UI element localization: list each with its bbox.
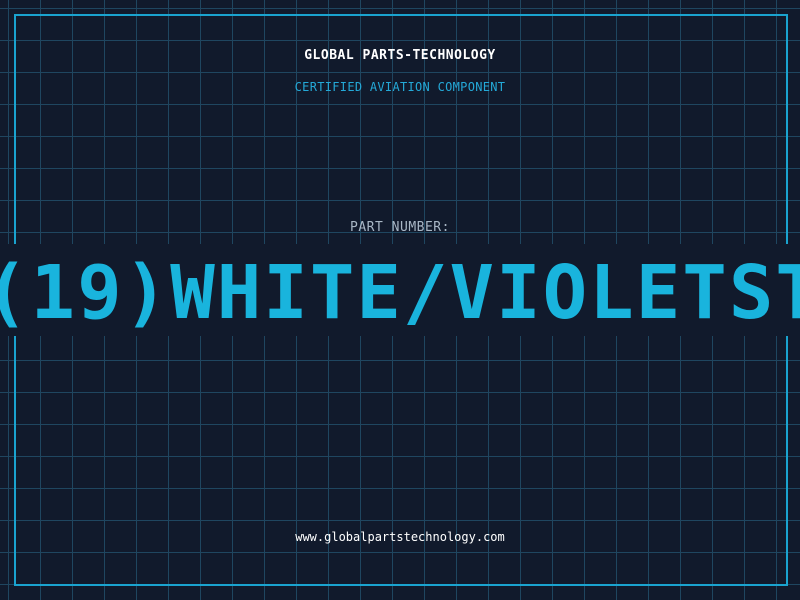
part-number-value: (19)WHITE/VIOLETSTR: [0, 250, 800, 336]
part-number-label: PART NUMBER:: [350, 220, 450, 235]
company-name: GLOBAL PARTS-TECHNOLOGY: [304, 48, 496, 63]
certification-line: CERTIFIED AVIATION COMPONENT: [294, 80, 506, 94]
label-card: GLOBAL PARTS-TECHNOLOGY CERTIFIED AVIATI…: [0, 0, 800, 600]
website-url[interactable]: www.globalpartstechnology.com: [0, 530, 800, 544]
